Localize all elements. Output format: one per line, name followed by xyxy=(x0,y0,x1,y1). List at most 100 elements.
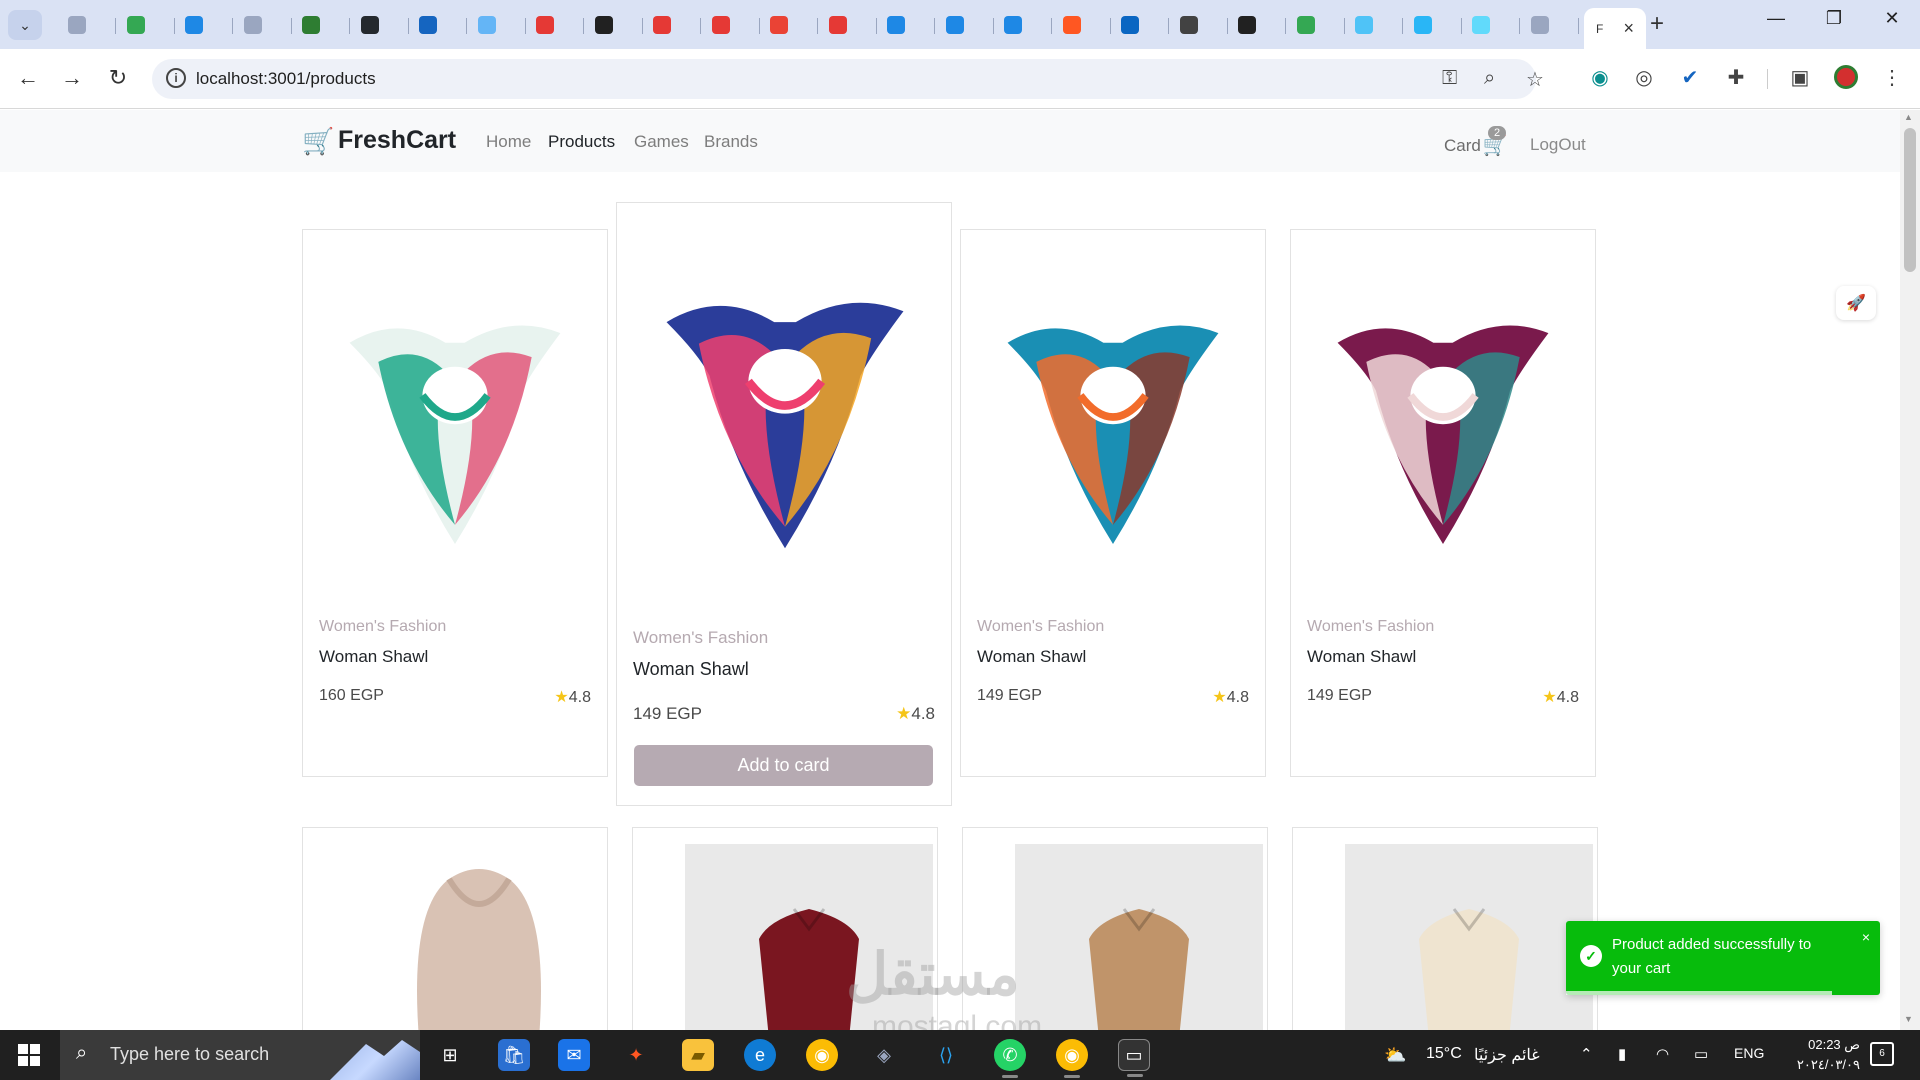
app-icon-orange[interactable]: ✦ xyxy=(620,1039,652,1071)
network-bars-icon[interactable]: ▮ xyxy=(1618,1045,1626,1063)
product-image[interactable] xyxy=(319,246,591,612)
product-image[interactable] xyxy=(1345,844,1593,1044)
nav-products[interactable]: Products xyxy=(548,132,615,152)
page-scrollbar[interactable]: ▲ ▼ xyxy=(1900,110,1920,1030)
wifi-icon[interactable]: ◠ xyxy=(1656,1045,1669,1063)
site-info-icon[interactable]: i xyxy=(166,68,186,88)
product-image[interactable] xyxy=(977,246,1249,612)
product-card[interactable]: Women's Fashion Woman Shawl 160 EGP ★4.8 xyxy=(302,229,608,777)
zoom-icon[interactable]: ⌕ xyxy=(1484,67,1495,90)
extension-icon-2[interactable]: ◎ xyxy=(1630,65,1658,90)
browser-tab[interactable] xyxy=(700,10,760,40)
product-image[interactable] xyxy=(633,219,937,619)
browser-tab[interactable] xyxy=(934,10,994,40)
battery-icon[interactable]: ▭ xyxy=(1694,1045,1708,1063)
product-card[interactable]: Women's Fashion Woman Shawl 149 EGP ★4.8 xyxy=(960,229,1266,777)
edge-icon[interactable]: e xyxy=(744,1039,776,1071)
close-window-button[interactable]: ✕ xyxy=(1870,8,1914,29)
back-button[interactable]: ← xyxy=(14,65,42,91)
chrome-icon[interactable]: ◉ xyxy=(806,1039,838,1071)
nav-home[interactable]: Home xyxy=(486,132,531,152)
browser-tab[interactable] xyxy=(758,10,818,40)
browser-tab[interactable] xyxy=(1343,10,1403,40)
product-image[interactable] xyxy=(355,844,603,1044)
browser-tab[interactable] xyxy=(1519,10,1579,40)
tab-active[interactable]: F × xyxy=(1584,8,1646,49)
browser-tab[interactable] xyxy=(1051,10,1111,40)
reload-button[interactable]: ↻ xyxy=(104,65,132,91)
floating-rocket-button[interactable]: 🚀 xyxy=(1836,286,1876,320)
address-bar[interactable]: i localhost:3001/products ⚿ ⌕ ☆ xyxy=(152,59,1544,99)
browser-tab[interactable] xyxy=(992,10,1052,40)
restore-button[interactable]: ❐ xyxy=(1812,8,1856,29)
browser-tab[interactable] xyxy=(1109,10,1169,40)
extension-icon-3[interactable]: ✔ xyxy=(1676,65,1704,90)
browser-tab[interactable] xyxy=(349,10,409,40)
browser-tab[interactable] xyxy=(115,10,175,40)
app-icon-purple[interactable]: ◈ xyxy=(868,1039,900,1071)
browser-tab[interactable] xyxy=(1402,10,1462,40)
browser-tab[interactable] xyxy=(1226,10,1286,40)
browser-tab[interactable] xyxy=(232,10,292,40)
scroll-down-arrow[interactable]: ▼ xyxy=(1904,1014,1913,1024)
weather-text[interactable]: غائم جزئيًا xyxy=(1474,1045,1540,1065)
add-to-cart-button[interactable]: Add to card xyxy=(634,745,933,786)
product-card[interactable]: Women's Fashion Woman Shawl 149 EGP ★4.8… xyxy=(616,202,952,806)
new-tab-button[interactable]: + xyxy=(1650,10,1664,38)
browser-tab[interactable] xyxy=(1285,10,1345,40)
nav-logout[interactable]: LogOut xyxy=(1530,135,1586,155)
browser-tab[interactable] xyxy=(466,10,526,40)
browser-tab[interactable] xyxy=(524,10,584,40)
vscode-icon[interactable]: ⟨⟩ xyxy=(930,1039,962,1071)
scrollbar-thumb[interactable] xyxy=(1904,128,1916,272)
extension-icon-1[interactable]: ◉ xyxy=(1586,65,1614,90)
brand[interactable]: 🛒 FreshCart xyxy=(302,126,456,155)
whatsapp-icon[interactable]: ✆ xyxy=(994,1039,1026,1078)
store-icon[interactable]: 🛍 xyxy=(498,1039,530,1071)
browser-tab[interactable] xyxy=(56,10,116,40)
product-card[interactable] xyxy=(1292,827,1598,1047)
browser-tab[interactable] xyxy=(641,10,701,40)
tab-search-button[interactable]: ⌄ xyxy=(8,10,42,40)
file-explorer-icon[interactable]: ▰ xyxy=(682,1039,714,1071)
weather-icon[interactable]: ⛅ xyxy=(1384,1045,1406,1066)
scroll-up-arrow[interactable]: ▲ xyxy=(1904,112,1913,122)
bookmark-star-icon[interactable]: ☆ xyxy=(1526,67,1544,92)
browser-tab[interactable] xyxy=(1168,10,1228,40)
minimize-button[interactable]: — xyxy=(1754,8,1798,29)
taskbar-search[interactable]: ⌕ Type here to search xyxy=(60,1030,420,1080)
password-key-icon[interactable]: ⚿ xyxy=(1442,67,1457,90)
product-image[interactable] xyxy=(1307,246,1579,612)
notification-center-icon[interactable]: 6 xyxy=(1870,1042,1894,1066)
forward-button[interactable]: → xyxy=(58,65,86,91)
terminal-icon[interactable]: ▭ xyxy=(1118,1039,1150,1077)
mail-icon[interactable]: ✉ xyxy=(558,1039,590,1071)
extensions-puzzle-icon[interactable]: ✚ xyxy=(1722,65,1750,90)
product-image[interactable] xyxy=(1015,844,1263,1044)
browser-tab[interactable] xyxy=(407,10,467,40)
browser-tab[interactable] xyxy=(583,10,643,40)
weather-temp[interactable]: 15°C xyxy=(1426,1045,1462,1063)
browser-tab[interactable] xyxy=(817,10,877,40)
close-tab-icon[interactable]: × xyxy=(1623,18,1634,39)
toast-close-icon[interactable]: × xyxy=(1862,929,1870,945)
browser-tab[interactable] xyxy=(875,10,935,40)
language-indicator[interactable]: ENG xyxy=(1734,1045,1764,1061)
windows-start-button[interactable] xyxy=(18,1044,40,1066)
url-text[interactable]: localhost:3001/products xyxy=(196,69,376,89)
show-hidden-icons-chevron[interactable]: ⌃ xyxy=(1580,1045,1593,1063)
nav-games[interactable]: Games xyxy=(634,132,689,152)
taskbar-clock[interactable]: 02:23 ص ٢٠٢٤/٠٣/٠٩ xyxy=(1770,1035,1860,1075)
product-card[interactable]: Women's Fashion Woman Shawl 149 EGP ★4.8 xyxy=(1290,229,1596,777)
chrome-profile-icon[interactable]: ◉ xyxy=(1056,1039,1088,1078)
browser-tab[interactable] xyxy=(173,10,233,40)
browser-tab[interactable] xyxy=(1460,10,1520,40)
side-panel-icon[interactable]: ▣ xyxy=(1786,65,1814,90)
browser-tab[interactable] xyxy=(290,10,350,40)
task-view-icon[interactable]: ⊞ xyxy=(434,1039,466,1071)
nav-brands[interactable]: Brands xyxy=(704,132,758,152)
menu-kebab-icon[interactable]: ⋮ xyxy=(1878,65,1906,90)
active-tab-label: F xyxy=(1596,21,1604,36)
profile-avatar[interactable] xyxy=(1834,65,1858,89)
product-card[interactable] xyxy=(302,827,608,1047)
